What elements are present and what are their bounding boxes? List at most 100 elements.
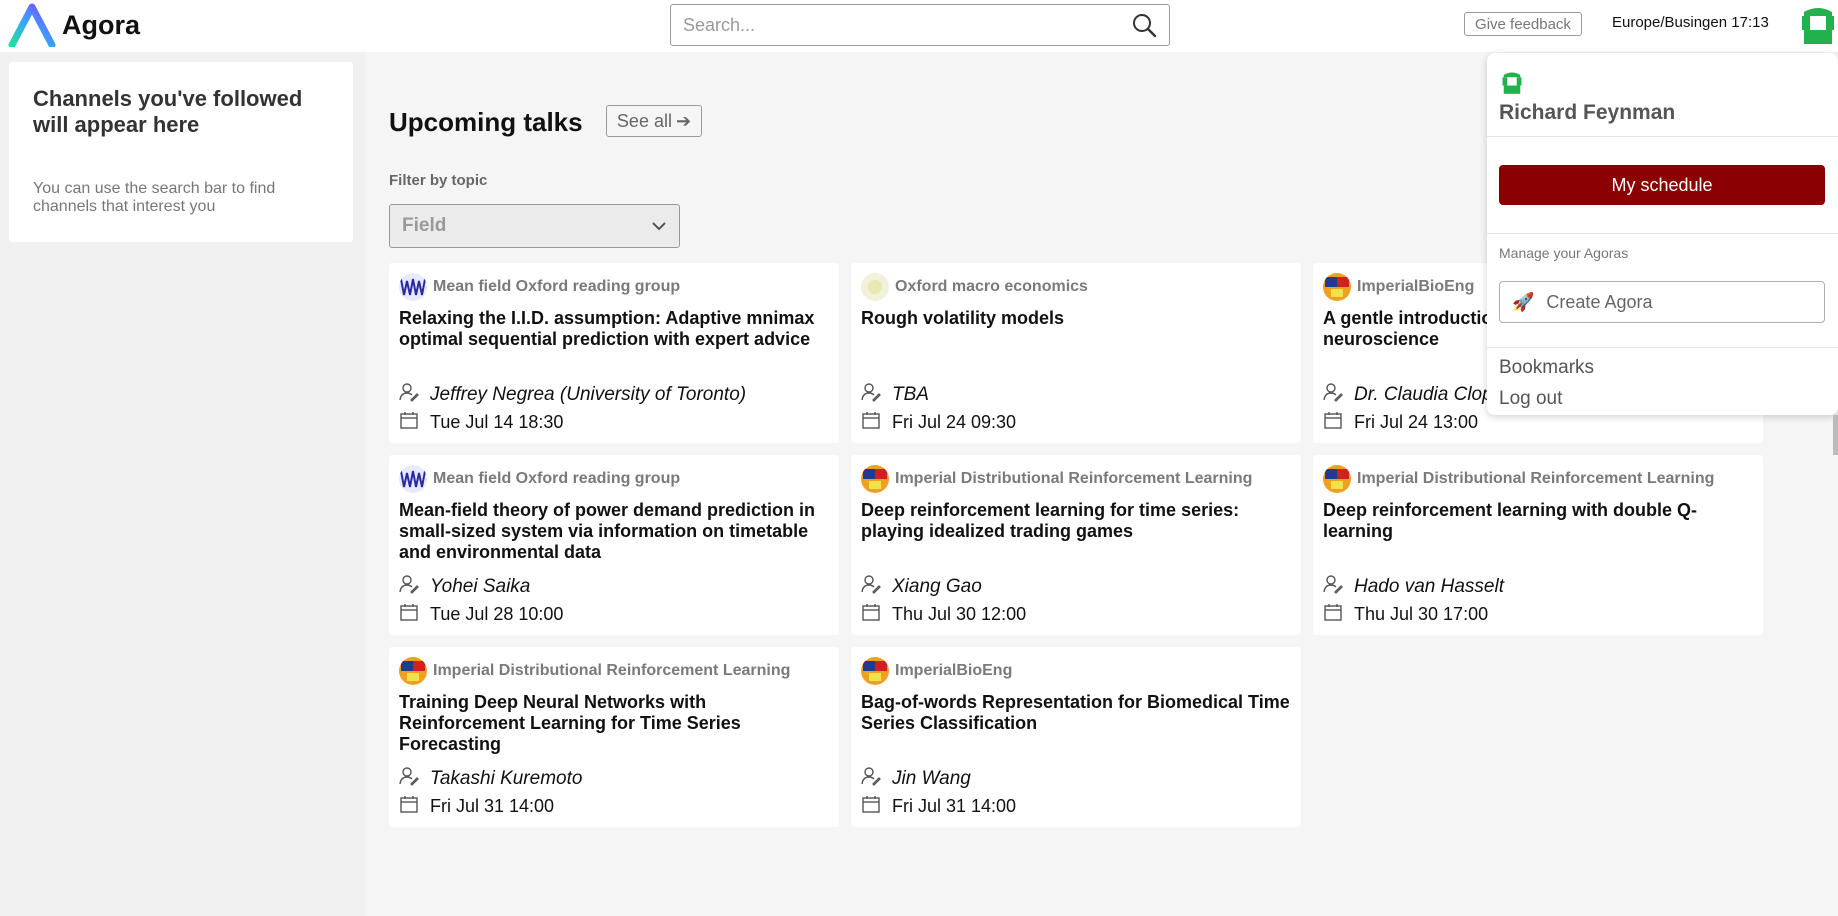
talk-speaker: Jeffrey Negrea (University of Toronto) (430, 383, 747, 405)
talk-card[interactable]: Imperial Distributional Reinforcement Le… (1313, 455, 1763, 635)
calendar-icon (861, 602, 881, 627)
channel-avatar (1323, 273, 1351, 301)
talk-card[interactable]: Mean field Oxford reading group Mean-fiel… (389, 455, 839, 635)
channel-avatar (1323, 465, 1351, 493)
agora-logo-icon (8, 3, 56, 47)
menu-divider (1487, 233, 1838, 234)
speaker-icon (861, 766, 881, 791)
talk-card[interactable]: Imperial Distributional Reinforcement Le… (851, 455, 1301, 635)
channel-name: ImperialBioEng (895, 662, 1013, 679)
channel-link[interactable]: Imperial Distributional Reinforcement Le… (1323, 465, 1714, 493)
calendar-icon (399, 794, 419, 819)
upcoming-talks-title: Upcoming talks (389, 107, 583, 137)
give-feedback-button[interactable]: Give feedback (1464, 12, 1582, 36)
followed-channels-title: Channels you've followed will appear her… (33, 86, 303, 137)
calendar-icon (1323, 410, 1343, 435)
channel-avatar (861, 273, 889, 301)
date-row: Tue Jul 14 18:30 (399, 410, 563, 435)
channel-link[interactable]: Imperial Distributional Reinforcement Le… (861, 465, 1252, 493)
talk-speaker: Takashi Kuremoto (430, 767, 583, 789)
talk-date: Fri Jul 24 13:00 (1354, 412, 1479, 432)
channel-link[interactable]: ImperialBioEng (1323, 273, 1474, 301)
search-icon[interactable] (1131, 12, 1157, 38)
create-agora-button[interactable]: 🚀 Create Agora (1499, 281, 1825, 323)
arrow-right-icon: ➔ (675, 110, 692, 131)
top-bar: Agora Give feedback Europe/Busingen 17:1… (0, 0, 1838, 52)
user-avatar-icon (1502, 72, 1522, 94)
talk-title[interactable]: Bag-of-words Representation for Biomedic… (861, 692, 1293, 734)
channel-link[interactable]: Imperial Distributional Reinforcement Le… (399, 657, 790, 685)
channel-name: Mean field Oxford reading group (433, 470, 681, 487)
search-input[interactable] (671, 6, 1131, 44)
talk-date: Fri Jul 31 14:00 (892, 796, 1017, 816)
speaker-icon (1323, 382, 1343, 407)
search-box[interactable] (670, 4, 1170, 46)
channel-name: Mean field Oxford reading group (433, 278, 681, 295)
left-sidebar: Channels you've followed will appear her… (0, 52, 365, 916)
channel-avatar (861, 465, 889, 493)
date-row: Fri Jul 24 09:30 (861, 410, 1016, 435)
date-row: Thu Jul 30 17:00 (1323, 602, 1488, 627)
channel-name: Oxford macro economics (895, 278, 1088, 295)
speaker-row: Jeffrey Negrea (University of Toronto) (399, 382, 746, 407)
calendar-icon (399, 410, 419, 435)
talk-card[interactable]: Imperial Distributional Reinforcement Le… (389, 647, 839, 827)
talk-title[interactable]: Training Deep Neural Networks with Reinf… (399, 692, 831, 755)
user-avatar-button[interactable] (1796, 2, 1838, 46)
talk-speaker: Jin Wang (892, 767, 971, 789)
channel-link[interactable]: Mean field Oxford reading group (399, 465, 680, 493)
timezone-clock[interactable]: Europe/Busingen 17:13 (1612, 14, 1769, 31)
speaker-icon (399, 766, 419, 791)
chevron-down-icon (652, 222, 666, 231)
date-row: Thu Jul 30 12:00 (861, 602, 1026, 627)
talk-card[interactable]: ImperialBioEng Bag-of-words Representatio… (851, 647, 1301, 827)
talk-card[interactable]: Oxford macro economics Rough volatility m… (851, 263, 1301, 443)
talk-title[interactable]: Deep reinforcement learning for time ser… (861, 500, 1293, 542)
speaker-row: Xiang Gao (861, 574, 982, 599)
calendar-icon (399, 602, 419, 627)
bookmarks-link[interactable]: Bookmarks (1499, 357, 1594, 379)
talk-speaker: Xiang Gao (892, 575, 982, 597)
channel-avatar (399, 465, 427, 493)
create-agora-label: Create Agora (1546, 291, 1653, 312)
channel-link[interactable]: Mean field Oxford reading group (399, 273, 680, 301)
user-name: Richard Feynman (1499, 101, 1676, 124)
talk-title[interactable]: Relaxing the I.I.D. assumption: Adaptive… (399, 308, 831, 350)
followed-channels-hint: You can use the search bar to find chann… (33, 180, 276, 215)
talk-speaker: Hado van Hasselt (1354, 575, 1504, 597)
talk-date: Tue Jul 28 10:00 (430, 604, 564, 624)
followed-channels-card: Channels you've followed will appear her… (9, 62, 353, 242)
talk-title[interactable]: Mean-field theory of power demand predic… (399, 500, 831, 563)
talk-speaker: TBA (892, 383, 929, 405)
my-schedule-button[interactable]: My schedule (1499, 165, 1825, 205)
date-row: Fri Jul 31 14:00 (861, 794, 1016, 819)
speaker-row: Yohei Saika (399, 574, 530, 599)
rocket-icon: 🚀 (1512, 291, 1535, 312)
app-logo[interactable]: Agora (8, 2, 140, 48)
talk-title[interactable]: Rough volatility models (861, 308, 1293, 329)
calendar-icon (1323, 602, 1343, 627)
see-all-button[interactable]: See all ➔ (606, 105, 702, 137)
menu-divider (1487, 136, 1838, 137)
channel-name: Imperial Distributional Reinforcement Le… (433, 662, 791, 679)
channel-link[interactable]: Oxford macro economics (861, 273, 1088, 301)
channel-name: ImperialBioEng (1357, 278, 1475, 295)
talk-date: Thu Jul 30 17:00 (1354, 604, 1489, 624)
speaker-icon (399, 574, 419, 599)
logout-link[interactable]: Log out (1499, 388, 1562, 410)
talk-title[interactable]: Deep reinforcement learning with double … (1323, 500, 1755, 542)
talk-card[interactable]: Mean field Oxford reading group Relaxing … (389, 263, 839, 443)
channel-link[interactable]: ImperialBioEng (861, 657, 1012, 685)
speaker-icon (861, 574, 881, 599)
menu-divider (1487, 347, 1838, 348)
speaker-row: TBA (861, 382, 929, 407)
channel-avatar (861, 657, 889, 685)
talk-date: Thu Jul 30 12:00 (892, 604, 1027, 624)
channel-name: Imperial Distributional Reinforcement Le… (1357, 470, 1715, 487)
channel-avatar (399, 273, 427, 301)
speaker-row: Hado van Hasselt (1323, 574, 1504, 599)
calendar-icon (861, 794, 881, 819)
topic-filter-select[interactable]: Field (389, 204, 680, 248)
channel-name: Imperial Distributional Reinforcement Le… (895, 470, 1253, 487)
scrollbar[interactable] (1833, 415, 1838, 455)
